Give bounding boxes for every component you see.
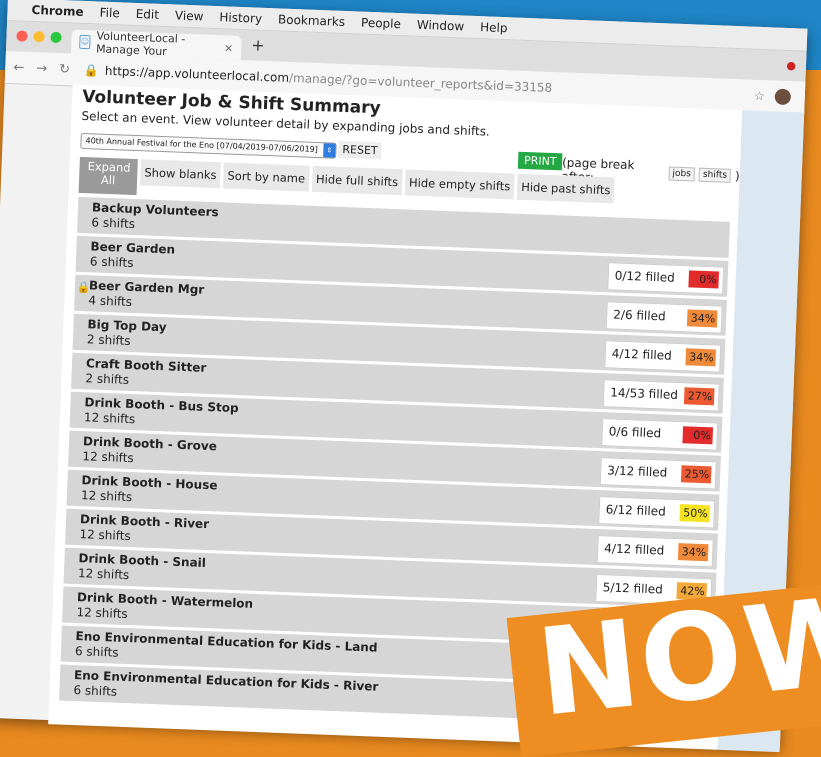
job-shifts: 2 shifts [85,371,130,387]
menu-people[interactable]: People [361,16,401,32]
fill-percent-badge: 34% [686,309,718,328]
reload-icon[interactable]: ↻ [59,62,70,77]
job-shifts: 12 shifts [79,527,131,544]
expand-all-button[interactable]: Expand All [78,156,138,196]
fill-status: 4/12 filled 34% [596,535,714,568]
filled-count: 4/12 filled [604,541,665,558]
menu-file[interactable]: File [99,6,120,21]
job-shifts: 4 shifts [88,293,133,309]
select-arrow-icon: ⇕ [323,143,336,158]
url-host: https://app.volunteerlocal.com [104,63,290,85]
bookmark-star-icon[interactable]: ☆ [754,89,765,103]
menu-app-name[interactable]: Chrome [31,3,84,19]
filled-count: 3/12 filled [607,463,668,480]
lock-icon: 🔒 [83,62,100,78]
url-path: /manage/?go=volunteer_reports&id=33158 [288,70,553,95]
hide-empty-shifts-button[interactable]: Hide empty shifts [404,169,515,200]
event-select[interactable]: 40th Annual Festival for the Eno [07/04/… [80,132,337,159]
filled-count: 0/12 filled [614,268,676,285]
fill-status: 6/12 filled 50% [598,496,716,529]
menu-view[interactable]: View [175,8,204,23]
fill-status: 3/12 filled 25% [599,457,717,490]
fill-percent-badge: 34% [677,543,709,562]
nav-buttons: ← → ↻ [13,60,70,77]
job-shifts: 12 shifts [80,488,133,505]
fill-status: 2/6 filled 34% [605,301,723,334]
new-tab-button[interactable]: + [251,35,265,55]
print-button[interactable]: PRINT [517,151,563,171]
fill-percent-badge: 34% [685,348,717,367]
fill-status: 0/12 filled 0% [607,262,725,295]
hide-past-shifts-button[interactable]: Hide past shifts [516,173,615,204]
job-shifts: 6 shifts [91,215,136,232]
profile-indicator-icon[interactable]: ● [786,59,796,72]
page-break-shifts-button[interactable]: shifts [698,167,732,183]
job-shifts: 12 shifts [77,566,130,583]
show-blanks-button[interactable]: Show blanks [139,159,222,189]
close-tab-icon[interactable]: × [224,41,234,54]
event-select-value: 40th Annual Festival for the Eno [07/04/… [85,136,319,155]
menu-bookmarks[interactable]: Bookmarks [278,12,346,29]
zoom-window-icon[interactable] [50,31,62,44]
job-shifts: 6 shifts [73,683,118,699]
filled-count: 14/53 filled [610,385,679,403]
page-break-jobs-button[interactable]: jobs [668,166,696,182]
menu-history[interactable]: History [219,10,262,26]
fill-status: 14/53 filled 27% [602,379,720,412]
window-controls [16,30,62,44]
menu-window[interactable]: Window [417,18,465,34]
job-shifts: 12 shifts [82,449,134,466]
fill-percent-badge: 27% [683,387,715,406]
minimize-window-icon[interactable] [33,31,45,43]
reset-button[interactable]: RESET [338,140,382,160]
filled-count: 4/12 filled [611,346,673,363]
close-window-icon[interactable] [16,30,28,42]
filled-count: 2/6 filled [613,307,666,324]
fill-status: 4/12 filled 34% [604,340,722,373]
sort-by-name-button[interactable]: Sort by name [223,162,310,192]
menu-help[interactable]: Help [480,20,508,35]
now-banner: NOW [506,570,821,757]
avatar[interactable] [774,88,792,106]
menu-edit[interactable]: Edit [135,7,159,22]
job-shifts: 12 shifts [76,605,128,622]
fill-status: 0/6 filled 0% [601,418,719,451]
hide-full-shifts-button[interactable]: Hide full shifts [311,165,403,196]
forward-icon[interactable]: → [36,61,47,76]
job-shifts: 6 shifts [89,254,134,271]
back-icon[interactable]: ← [13,60,24,75]
fill-percent-badge: 50% [679,504,711,523]
filled-count: 0/6 filled [608,424,662,441]
browser-tab[interactable]: ☺ VolunteerLocal - Manage Your × [70,29,242,60]
favicon-icon: ☺ [79,34,91,50]
fill-percent-badge: 25% [680,465,712,484]
job-shifts: 6 shifts [74,644,119,660]
fill-percent-badge: 0% [688,270,720,289]
fill-percent-badge: 0% [682,426,714,445]
filled-count: 6/12 filled [605,502,667,519]
tab-title: VolunteerLocal - Manage Your [95,29,186,59]
job-shifts: 2 shifts [86,332,131,348]
job-shifts: 12 shifts [83,410,136,427]
